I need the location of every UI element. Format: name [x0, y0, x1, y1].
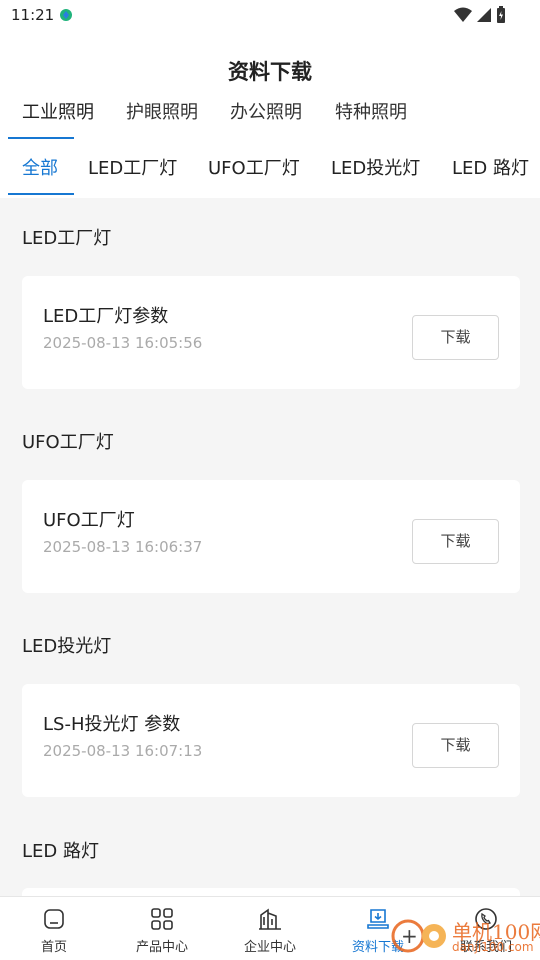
tab-office-lighting[interactable]: 办公照明 [230, 99, 302, 139]
header-area: 11:21 资料下载 工业照明 护眼照明 办公照明 特种照明 全部 LED工厂灯… [0, 0, 540, 198]
subtab-led-floodlight[interactable]: LED投光灯 [331, 154, 420, 184]
file-name: LED工厂灯参数 [43, 306, 169, 327]
section-title: LED工厂灯 [22, 228, 112, 249]
watermark-icon: + [391, 919, 446, 953]
file-card [22, 888, 520, 896]
home-icon [44, 909, 64, 929]
download-button[interactable]: 下载 [412, 723, 499, 768]
category-tabs: 工业照明 护眼照明 办公照明 特种照明 [0, 99, 540, 139]
category-tab-indicator [8, 137, 74, 139]
file-card: UFO工厂灯 2025-08-13 16:06:37 下载 [22, 480, 520, 593]
wifi-icon [454, 7, 472, 22]
signal-icon [477, 8, 491, 22]
download-button[interactable]: 下载 [412, 519, 499, 564]
status-bar: 11:21 [0, 0, 540, 30]
download-list: LED工厂灯 LED工厂灯参数 2025-08-13 16:05:56 下载 U… [0, 198, 540, 896]
subtab-ufo-factory-lamp[interactable]: UFO工厂灯 [208, 154, 300, 184]
subcategory-tabs: 全部 LED工厂灯 UFO工厂灯 LED投光灯 LED 路灯 [0, 154, 540, 196]
subcategory-tab-indicator [8, 193, 74, 195]
file-name: LS-H投光灯 参数 [43, 714, 181, 735]
watermark-subtext: danji100.com [452, 940, 534, 954]
file-name: UFO工厂灯 [43, 510, 135, 531]
nav-home[interactable]: 首页 [0, 897, 108, 960]
grid-icon [151, 908, 173, 930]
nav-label: 企业中心 [243, 940, 296, 955]
nav-enterprise[interactable]: 企业中心 [216, 897, 324, 960]
tab-eye-care-lighting[interactable]: 护眼照明 [126, 99, 198, 139]
section-title: LED投光灯 [22, 636, 112, 657]
section-title: LED 路灯 [22, 841, 99, 862]
file-date: 2025-08-13 16:06:37 [43, 538, 203, 556]
tab-industrial-lighting[interactable]: 工业照明 [22, 99, 94, 139]
status-icons [454, 6, 506, 24]
nav-products[interactable]: 产品中心 [108, 897, 216, 960]
download-button[interactable]: 下载 [412, 315, 499, 360]
nav-label: 首页 [40, 940, 67, 955]
file-card: LED工厂灯参数 2025-08-13 16:05:56 下载 [22, 276, 520, 389]
file-card: LS-H投光灯 参数 2025-08-13 16:07:13 下载 [22, 684, 520, 797]
subtab-all[interactable]: 全部 [22, 154, 58, 184]
file-date: 2025-08-13 16:05:56 [43, 334, 203, 352]
file-date: 2025-08-13 16:07:13 [43, 742, 203, 760]
status-time: 11:21 [11, 6, 55, 24]
download-icon [367, 909, 389, 929]
tab-special-lighting[interactable]: 特种照明 [335, 99, 407, 139]
subtab-led-streetlight[interactable]: LED 路灯 [452, 154, 529, 184]
watermark-logo: + 单机100网 danji100.com [390, 912, 540, 960]
page-title: 资料下载 [228, 60, 312, 84]
app-notification-icon [60, 9, 72, 21]
svg-text:+: + [401, 924, 418, 948]
nav-label: 产品中心 [135, 940, 188, 955]
building-icon [259, 908, 281, 930]
subtab-led-factory-lamp[interactable]: LED工厂灯 [88, 154, 177, 184]
section-title: UFO工厂灯 [22, 432, 114, 453]
battery-icon [497, 6, 505, 23]
